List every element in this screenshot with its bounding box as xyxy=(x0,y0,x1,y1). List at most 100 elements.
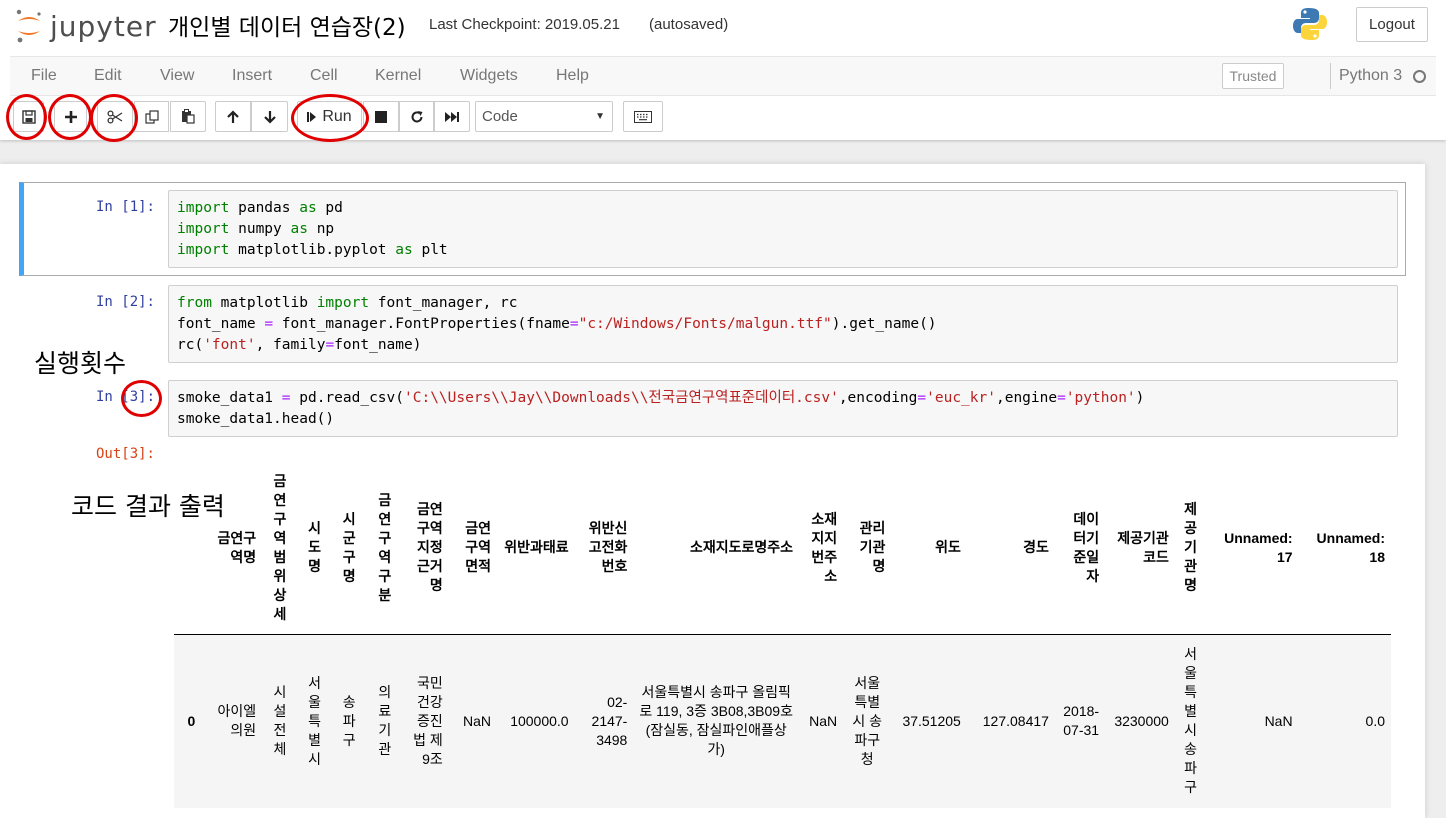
menu-kernel[interactable]: Kernel xyxy=(375,67,421,85)
copy-cell-button[interactable] xyxy=(134,101,169,132)
column-header: 관리기관명 xyxy=(859,520,886,575)
kernel-separator xyxy=(1330,63,1331,89)
chevron-down-icon: ▼ xyxy=(595,111,605,122)
column-header-text: 제공기관명 xyxy=(1184,501,1197,594)
column-header: 시도명 xyxy=(298,462,332,634)
table-cell: NaN xyxy=(799,634,844,808)
column-header: 금연구역범위상세 xyxy=(262,462,298,634)
table-cell-text: 송파구 xyxy=(342,693,356,748)
notebook-title[interactable]: 개인별 데이터 연습장(2) xyxy=(168,8,406,42)
fast-forward-icon xyxy=(445,111,459,122)
stop-icon xyxy=(375,110,387,123)
cell-type-value: Code xyxy=(482,108,518,125)
column-header: 소재지도로명주소 xyxy=(690,539,794,556)
output-prompt-3: Out[3]: xyxy=(95,446,155,462)
dataframe-output: 금연구역명 금연구역범위상세 시도명 시군구명 금연구역구분 금연구역지정근거명… xyxy=(174,462,1391,808)
trusted-indicator[interactable]: Trusted xyxy=(1222,63,1284,89)
table-cell: 서울특별시 송파구 xyxy=(1174,634,1207,808)
autosave-status: (autosaved) xyxy=(649,16,729,33)
column-header: 금연구역면적 xyxy=(465,520,491,575)
column-header: 금연구역지정근거명 xyxy=(417,501,443,594)
arrow-down-icon xyxy=(263,110,276,124)
table-cell: 2018-07-31 xyxy=(1054,634,1106,808)
restart-kernel-button[interactable] xyxy=(399,101,434,132)
arrow-up-icon xyxy=(227,109,239,123)
code-editor-2[interactable]: from matplotlib import font_manager, rc … xyxy=(168,285,1398,363)
column-header: 위도 xyxy=(935,539,961,556)
jupyter-logo[interactable]: jupyter xyxy=(14,8,157,44)
table-cell-text: 서울특별시 xyxy=(308,674,321,767)
table-row: 0 아이엘의원 시설전체 서울특별시 송파구 의료기관 국민건강증진법 제9조 … xyxy=(174,634,1391,808)
copy-icon xyxy=(144,109,159,124)
column-header: Unnamed: 18 xyxy=(1316,529,1385,565)
table-cell: 3230000 xyxy=(1105,634,1175,808)
table-cell: 서울특별시 송파구 올림픽로 119, 3증 3B08,3B09호 (잠실동, … xyxy=(633,634,800,808)
restart-run-all-button[interactable] xyxy=(434,101,470,132)
table-cell: 37.51205 xyxy=(891,634,967,808)
table-cell: 0.0 xyxy=(1298,634,1391,808)
menu-view[interactable]: View xyxy=(160,67,194,85)
jupyter-logo-text: jupyter xyxy=(50,9,157,43)
dataframe-header-row: 금연구역명 금연구역범위상세 시도명 시군구명 금연구역구분 금연구역지정근거명… xyxy=(174,462,1391,634)
table-cell: 100000.0 xyxy=(497,634,575,808)
code-editor-1[interactable]: import pandas as pd import numpy as np i… xyxy=(168,190,1398,268)
column-header: 위반신고전화번호 xyxy=(588,520,628,575)
annotation-circle-save xyxy=(6,94,47,140)
paste-icon xyxy=(182,109,195,124)
move-cell-up-button[interactable] xyxy=(215,101,251,132)
column-header: 제공기관코드 xyxy=(1117,529,1169,565)
column-header: 경도 xyxy=(1023,539,1049,556)
menu-insert[interactable]: Insert xyxy=(232,67,272,85)
annotation-exec-count: 실행횟수 xyxy=(34,349,127,378)
annotation-circle-exec-count xyxy=(121,380,162,417)
table-cell: 서울특별시 송파구청 xyxy=(843,634,892,808)
jupyter-logo-icon xyxy=(16,9,41,43)
column-header: 위반과태료 xyxy=(504,539,569,556)
command-palette-button[interactable] xyxy=(623,101,663,132)
table-cell: 의료기관 xyxy=(366,634,403,808)
annotation-circle-insert xyxy=(48,94,92,140)
last-checkpoint: Last Checkpoint: 2019.05.21 xyxy=(429,16,620,33)
notebook-header: jupyter 개인별 데이터 연습장(2) Last Checkpoint: … xyxy=(0,0,1446,142)
menu-widgets[interactable]: Widgets xyxy=(460,67,518,85)
column-header: 금연구역구분 xyxy=(367,462,403,634)
row-index: 0 xyxy=(174,634,202,808)
code-editor-3[interactable]: smoke_data1 = pd.read_csv('C:\\Users\\Ja… xyxy=(168,380,1398,437)
cell-type-select[interactable]: Code ▼ xyxy=(475,101,613,132)
table-cell: 시설전체 xyxy=(262,634,298,808)
logout-button[interactable]: Logout xyxy=(1356,7,1428,42)
restart-icon xyxy=(411,110,422,122)
column-header: Unnamed: 17 xyxy=(1224,529,1293,565)
annotation-circle-run xyxy=(291,94,369,142)
menu-cell[interactable]: Cell xyxy=(310,67,338,85)
table-cell: NaN xyxy=(448,634,497,808)
menu-help[interactable]: Help xyxy=(556,67,589,85)
menu-edit[interactable]: Edit xyxy=(94,67,122,85)
column-header: 데이터기준일자 xyxy=(1073,510,1100,584)
menu-file[interactable]: File xyxy=(31,67,57,85)
column-header-text: 금연구역범위상세 xyxy=(273,472,287,622)
table-cell: 02-2147-3498 xyxy=(574,634,634,808)
menubar: File Edit View Insert Cell Kernel Widget… xyxy=(10,56,1436,96)
table-cell: 국민건강증진법 제9조 xyxy=(402,634,449,808)
table-cell: NaN xyxy=(1206,634,1299,808)
python-logo-icon xyxy=(1293,8,1327,40)
keyboard-icon xyxy=(634,110,652,123)
column-header-text: 시군구명 xyxy=(342,510,356,584)
column-header: 소재지지번주소 xyxy=(811,510,838,584)
table-cell-text: 시설전체 xyxy=(273,684,287,758)
column-header-text: 금연구역구분 xyxy=(378,491,392,603)
kernel-name: Python 3 xyxy=(1339,67,1403,84)
move-cell-down-button[interactable] xyxy=(251,101,288,132)
table-cell: 송파구 xyxy=(331,634,367,808)
dataframe-index-header xyxy=(174,462,201,634)
column-header: 시군구명 xyxy=(331,462,367,634)
column-header-text: 시도명 xyxy=(308,520,321,575)
paste-cell-button[interactable] xyxy=(170,101,206,132)
table-cell-text: 의료기관 xyxy=(378,684,392,758)
table-cell: 서울특별시 xyxy=(297,634,332,808)
kernel-idle-indicator xyxy=(1413,70,1426,83)
table-cell: 아이엘의원 xyxy=(201,634,263,808)
table-cell-text: 서울특별시 송파구 xyxy=(1184,646,1197,796)
input-prompt-1: In [1]: xyxy=(95,199,155,215)
